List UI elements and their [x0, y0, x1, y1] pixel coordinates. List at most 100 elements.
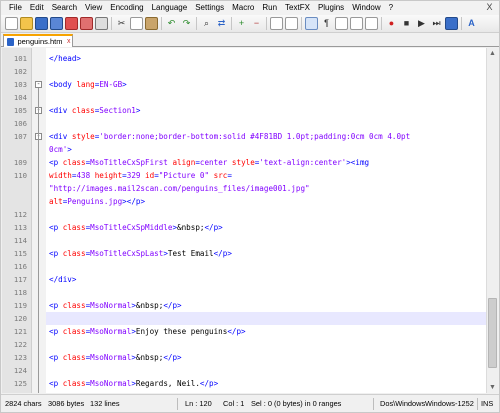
code-line[interactable]: <body lang=EN-GB>: [46, 78, 486, 91]
tab-close-icon[interactable]: x: [65, 38, 72, 45]
menu-encoding[interactable]: Encoding: [106, 1, 147, 15]
tab-penguins-htm[interactable]: penguins.htm x: [3, 34, 73, 47]
zoom-out-icon[interactable]: −: [250, 17, 263, 30]
menu-window[interactable]: Window: [348, 1, 384, 15]
undo-icon[interactable]: ↶: [165, 17, 178, 30]
show-all-chars-icon[interactable]: ¶: [320, 17, 333, 30]
code-token-tag: </div>: [49, 275, 77, 284]
code-line[interactable]: [46, 338, 486, 351]
fold-margin[interactable]: [32, 48, 46, 393]
code-token-tag: >: [67, 145, 72, 154]
line-number: 118: [13, 288, 27, 297]
menu-language[interactable]: Language: [148, 1, 192, 15]
status-encoding: Windows-1252: [425, 399, 474, 408]
open-file-icon[interactable]: [20, 17, 33, 30]
record-macro-icon[interactable]: ●: [385, 17, 398, 30]
document-map-icon[interactable]: [365, 17, 378, 30]
sync-horizontal-icon[interactable]: [285, 17, 298, 30]
menu-edit[interactable]: Edit: [26, 1, 48, 15]
scrollbar-thumb[interactable]: [488, 298, 497, 368]
fold-toggle-icon[interactable]: -: [35, 81, 42, 88]
status-bytes: 3086 bytes: [48, 399, 85, 408]
user-language-icon[interactable]: [350, 17, 363, 30]
replace-icon[interactable]: ⇄: [215, 17, 228, 30]
zoom-in-icon[interactable]: +: [235, 17, 248, 30]
stop-record-icon[interactable]: ■: [400, 17, 413, 30]
menu-help[interactable]: ?: [385, 1, 397, 15]
save-icon[interactable]: [35, 17, 48, 30]
code-line[interactable]: [46, 65, 486, 78]
code-line[interactable]: [46, 208, 486, 221]
save-macro-icon[interactable]: [445, 17, 458, 30]
code-line[interactable]: <p class=MsoTitleCxSpFirst align=center …: [46, 156, 486, 169]
save-all-icon[interactable]: [50, 17, 63, 30]
code-line[interactable]: <p class=MsoTitleCxSpMiddle>&nbsp;</p>: [46, 221, 486, 234]
code-line[interactable]: [46, 91, 486, 104]
document-icon: [7, 37, 15, 46]
redo-icon[interactable]: ↷: [180, 17, 193, 30]
code-line[interactable]: <p class=MsoNormal>&nbsp;</p>: [46, 351, 486, 364]
menu-textfx[interactable]: TextFX: [281, 1, 314, 15]
code-line[interactable]: [46, 117, 486, 130]
run-macro-multiple-icon[interactable]: ⏭: [430, 17, 443, 30]
code-area[interactable]: </head> <body lang=EN-GB> <div class=Secti…: [46, 48, 486, 393]
code-line[interactable]: alt=Penguins.jpg></p>: [46, 195, 486, 208]
menu-macro[interactable]: Macro: [228, 1, 258, 15]
code-token-val: MsoNormal: [90, 327, 132, 336]
indent-guide-icon[interactable]: [335, 17, 348, 30]
menu-view[interactable]: View: [81, 1, 106, 15]
code-line[interactable]: width=438 height=329 id="Picture 0" src=: [46, 169, 486, 182]
code-token-attr: class: [62, 223, 86, 232]
code-line[interactable]: [46, 390, 486, 393]
code-line-current[interactable]: [46, 312, 486, 325]
code-token-tag: ></p>: [122, 197, 146, 206]
menu-run[interactable]: Run: [258, 1, 281, 15]
find-icon[interactable]: ⌕: [200, 17, 213, 30]
menu-settings[interactable]: Settings: [191, 1, 228, 15]
scroll-down-arrow-icon[interactable]: ▼: [487, 382, 498, 393]
code-line[interactable]: [46, 234, 486, 247]
close-document-button[interactable]: X: [484, 2, 495, 13]
line-number: 102: [13, 67, 27, 76]
paste-icon[interactable]: [145, 17, 158, 30]
code-line[interactable]: <p class=MsoNormal>Enjoy these penguins<…: [46, 325, 486, 338]
code-line[interactable]: [46, 364, 486, 377]
close-file-icon[interactable]: [65, 17, 78, 30]
toolbar-divider: [461, 17, 462, 30]
code-token-tag: </p>: [163, 353, 182, 362]
line-number: 119: [13, 301, 27, 310]
line-number: 113: [13, 223, 27, 232]
code-token-attr: style: [71, 132, 95, 141]
menu-file[interactable]: File: [1, 1, 26, 15]
print-icon[interactable]: [95, 17, 108, 30]
code-line[interactable]: <div class=Section1>: [46, 104, 486, 117]
word-wrap-icon[interactable]: [305, 17, 318, 30]
code-line[interactable]: 0cm'>: [46, 143, 486, 156]
code-token-attr: lang: [76, 80, 95, 89]
code-line[interactable]: [46, 260, 486, 273]
vertical-scrollbar[interactable]: ▲ ▼: [486, 48, 498, 393]
code-line[interactable]: "http://images.mail2scan.com/penguins_fi…: [46, 182, 486, 195]
code-line[interactable]: <p class=MsoNormal>&nbsp;</p>: [46, 299, 486, 312]
sync-vertical-icon[interactable]: [270, 17, 283, 30]
menu-plugins[interactable]: Plugins: [314, 1, 348, 15]
code-token-tag: <p: [49, 158, 63, 167]
spell-check-icon[interactable]: A: [465, 17, 478, 30]
code-editor[interactable]: 101102103-104105-106107-1091101121131141…: [2, 48, 498, 393]
code-line[interactable]: <div style='border:none;border-bottom:so…: [46, 130, 486, 143]
code-line[interactable]: <p class=MsoTitleCxSpLast>Test Email</p>: [46, 247, 486, 260]
close-all-icon[interactable]: [80, 17, 93, 30]
cut-icon[interactable]: ✂: [115, 17, 128, 30]
code-line[interactable]: [46, 286, 486, 299]
line-number: 114: [13, 236, 27, 245]
code-line[interactable]: <p class=MsoNormal>Regards, Neil.</p>: [46, 377, 486, 390]
code-line[interactable]: </head>: [46, 52, 486, 65]
code-token-val: Section1: [99, 106, 136, 115]
playback-macro-icon[interactable]: ▶: [415, 17, 428, 30]
toolbar-divider: [161, 17, 162, 30]
copy-icon[interactable]: [130, 17, 143, 30]
menu-search[interactable]: Search: [48, 1, 81, 15]
new-file-icon[interactable]: [5, 17, 18, 30]
code-line[interactable]: </div>: [46, 273, 486, 286]
scroll-up-arrow-icon[interactable]: ▲: [487, 48, 498, 59]
